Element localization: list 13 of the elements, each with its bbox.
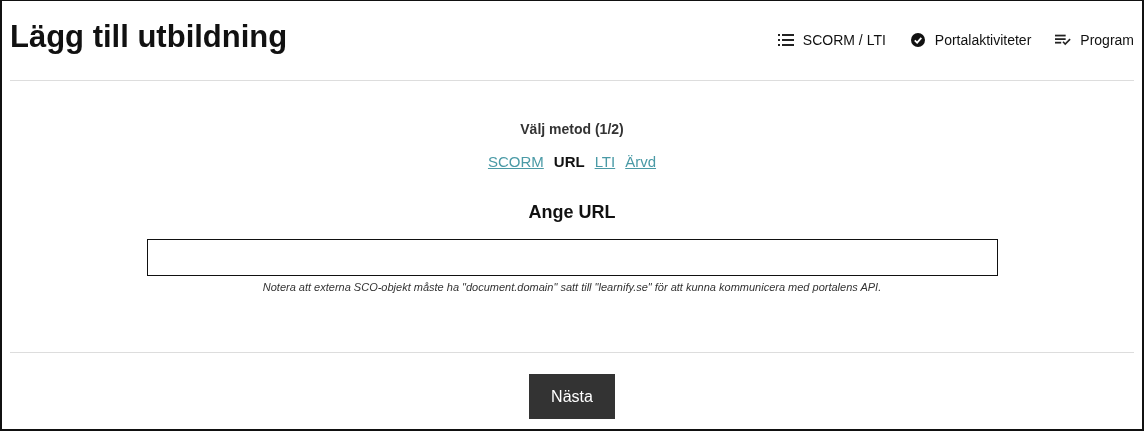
- check-circle-icon: [909, 33, 926, 47]
- header-link[interactable]: Portalaktiviteter: [909, 32, 1032, 48]
- section-title: Ange URL: [528, 202, 616, 223]
- list-icon: [777, 33, 794, 47]
- note-text: Notera att externa SCO-objekt måste ha "document.domain" satt till "learnify.se" för att kunna kommunicera med portalens API.: [262, 281, 882, 293]
- method-tab[interactable]: URL: [553, 153, 585, 170]
- url-input[interactable]: [146, 239, 998, 276]
- page-title: Lägg till utbildning: [10, 19, 288, 55]
- next-button[interactable]: Nästa: [529, 374, 615, 419]
- header-link[interactable]: SCORM / LTI: [777, 32, 886, 48]
- checklist-icon: [1055, 33, 1072, 47]
- step-label: Välj metod (1/2): [520, 121, 624, 137]
- header-link[interactable]: Program: [1055, 32, 1134, 48]
